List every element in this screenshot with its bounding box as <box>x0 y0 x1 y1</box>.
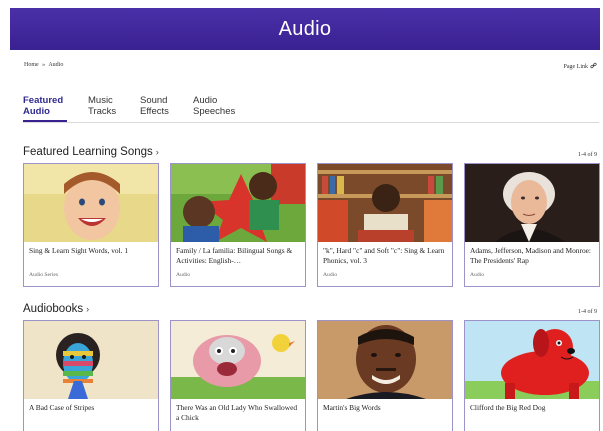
card-title: There Was an Old Lady Who Swallowed a Ch… <box>176 403 298 422</box>
tab-audio-speeches[interactable]: Audio Speeches <box>193 95 235 117</box>
card-title: "k", Hard "c" and Soft "c": Sing & Learn… <box>323 246 445 265</box>
card-title: Martin's Big Words <box>323 403 381 412</box>
chevron-right-icon[interactable]: › <box>86 304 89 314</box>
card-thumbnail <box>171 164 305 242</box>
page-title: Audio <box>278 17 332 40</box>
featured-count: 1-4 of 9 <box>578 152 597 158</box>
audiobooks-heading[interactable]: Audiobooks › <box>23 303 89 315</box>
tab-label-line1: Music <box>88 95 113 106</box>
tab-label-line2: Tracks <box>88 106 117 117</box>
tab-label-line2: Speeches <box>193 106 236 117</box>
card-thumbnail <box>465 164 599 242</box>
chevron-right-icon[interactable]: › <box>156 147 159 157</box>
tab-label-line2: Effects <box>140 106 169 117</box>
card-thumbnail <box>24 164 158 242</box>
link-icon[interactable] <box>590 62 597 71</box>
card-type: Audio <box>176 272 190 278</box>
page-header: Audio <box>10 8 600 50</box>
section-title[interactable]: Featured Learning Songs <box>23 146 153 158</box>
audiobook-card-bad-case-of-stripes[interactable]: A Bad Case of Stripes <box>23 320 159 431</box>
card-title: Clifford the Big Red Dog <box>470 403 546 412</box>
breadcrumb: Home » Audio <box>24 62 65 68</box>
breadcrumb-home[interactable]: Home <box>24 62 39 68</box>
audiobook-card-clifford[interactable]: Clifford the Big Red Dog <box>464 320 600 431</box>
page-link[interactable]: Page Link <box>564 62 598 71</box>
breadcrumb-current: Audio <box>48 62 64 68</box>
tab-label-line2: Audio <box>23 106 50 117</box>
tab-featured-audio[interactable]: Featured Audio <box>23 95 68 122</box>
tab-music-tracks[interactable]: Music Tracks <box>88 95 116 117</box>
card-title: Sing & Learn Sight Words, vol. 1 <box>29 246 129 255</box>
page-link-label[interactable]: Page Link <box>564 64 589 70</box>
featured-card-sight-words[interactable]: Sing & Learn Sight Words, vol. 1 Audio S… <box>23 163 159 287</box>
card-thumbnail <box>318 321 452 399</box>
audio-tabs: Featured Audio Music Tracks Sound Effect… <box>23 95 599 123</box>
card-thumbnail <box>24 321 158 399</box>
audiobooks-count: 1-4 of 9 <box>578 309 597 315</box>
card-title: Family / La familia: Bilingual Songs & A… <box>176 246 293 265</box>
tab-sound-effects[interactable]: Sound Effects <box>140 95 169 117</box>
card-type: Audio <box>470 272 484 278</box>
card-title: A Bad Case of Stripes <box>29 403 95 412</box>
tab-label-line1: Audio <box>193 95 218 106</box>
featured-songs-heading[interactable]: Featured Learning Songs › <box>23 146 159 158</box>
card-type: Audio <box>323 272 337 278</box>
featured-card-phonics[interactable]: "k", Hard "c" and Soft "c": Sing & Learn… <box>317 163 453 287</box>
section-title[interactable]: Audiobooks <box>23 303 83 315</box>
breadcrumb-separator: » <box>42 62 46 68</box>
card-thumbnail <box>465 321 599 399</box>
card-title: Adams, Jefferson, Madison and Monroe: Th… <box>470 246 591 265</box>
card-type: Audio Series <box>29 272 59 278</box>
audiobook-card-old-lady-chick[interactable]: There Was an Old Lady Who Swallowed a Ch… <box>170 320 306 431</box>
featured-card-presidents[interactable]: Adams, Jefferson, Madison and Monroe: Th… <box>464 163 600 287</box>
featured-card-family[interactable]: Family / La familia: Bilingual Songs & A… <box>170 163 306 287</box>
card-thumbnail <box>171 321 305 399</box>
audiobook-card-martins-big-words[interactable]: Martin's Big Words <box>317 320 453 431</box>
tab-label-line1: Sound <box>140 95 168 106</box>
card-thumbnail <box>318 164 452 242</box>
tab-label-line1: Featured <box>23 95 64 106</box>
